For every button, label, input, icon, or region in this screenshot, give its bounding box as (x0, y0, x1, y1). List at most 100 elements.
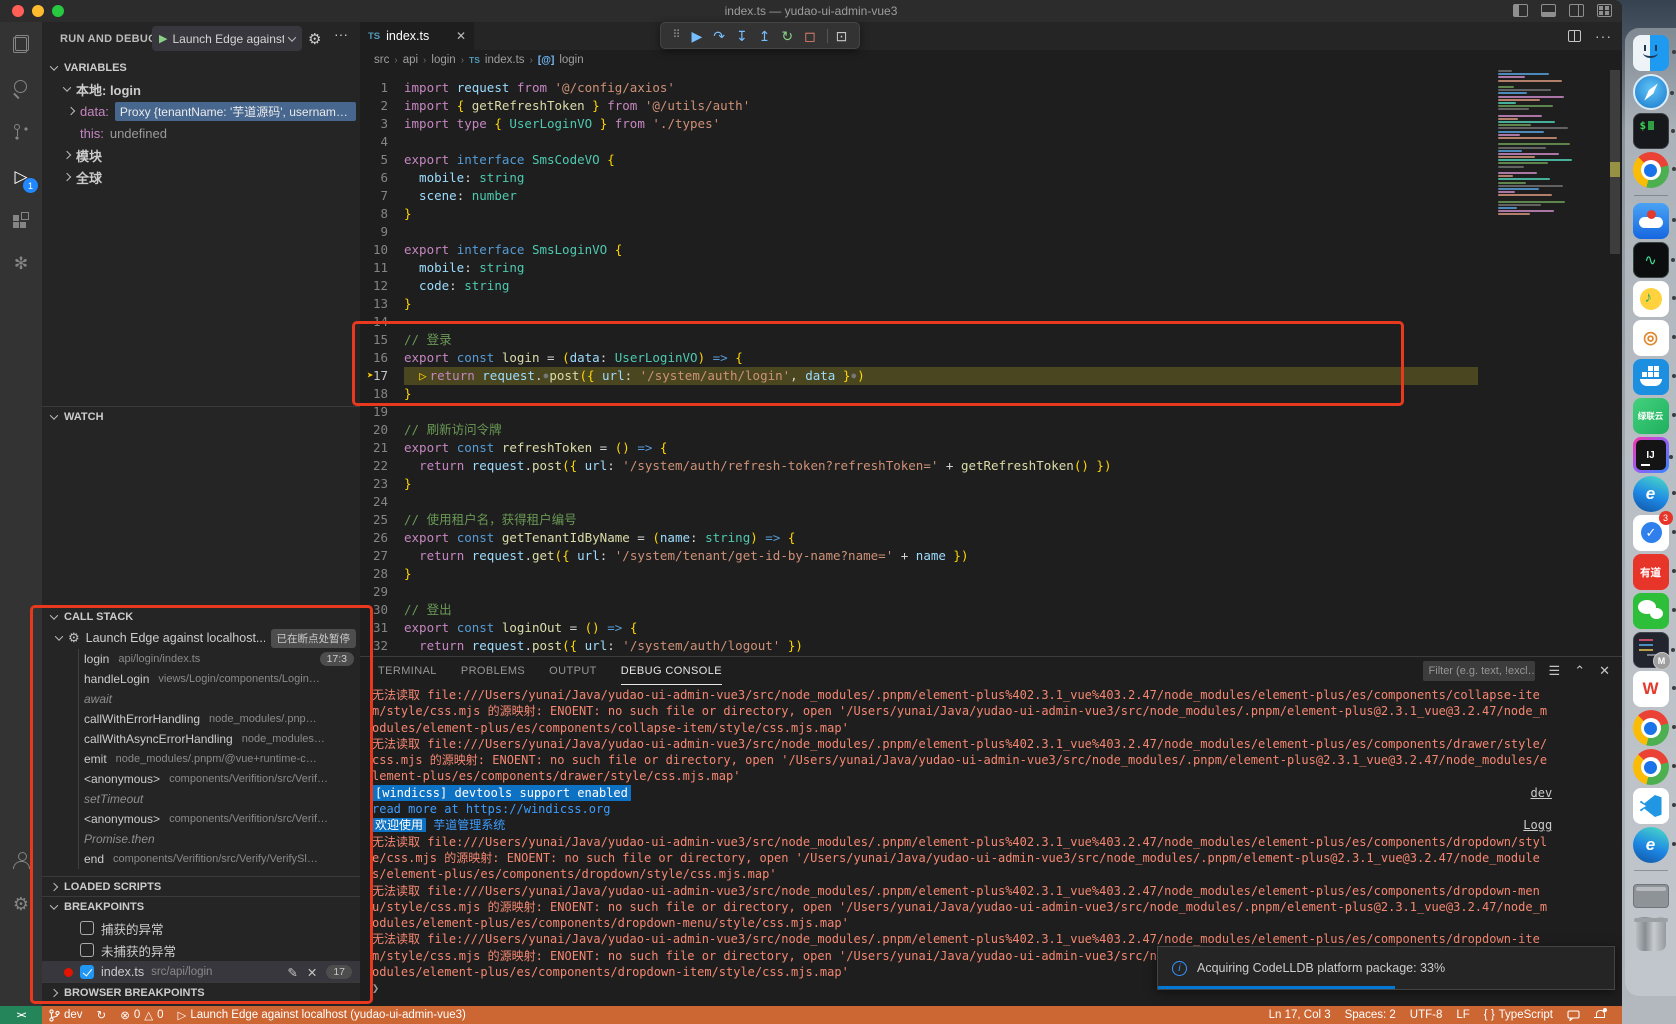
line-number[interactable]: 14 (360, 313, 404, 331)
code-line[interactable]: 10export interface SmsLoginVO { (360, 241, 1478, 259)
panel-tab-terminal[interactable]: TERMINAL (378, 657, 437, 685)
step-out-button[interactable]: ↥ (759, 29, 771, 43)
drag-handle[interactable]: ⠿ (672, 30, 680, 41)
line-number[interactable]: 13 (360, 295, 404, 313)
dock-item-cloud-drive[interactable] (1633, 203, 1669, 239)
debug-session-row[interactable]: ⚙ Launch Edge against localhost... 已在断点处… (42, 627, 360, 649)
code-line[interactable]: 25// 使用租户名，获得租户编号 (360, 511, 1478, 529)
cursor-position-indicator[interactable]: Ln 17, Col 3 (1262, 1006, 1338, 1024)
dock-item-finder[interactable] (1633, 35, 1669, 71)
line-number[interactable]: 22 (360, 457, 404, 475)
close-tab-icon[interactable]: ✕ (456, 29, 466, 43)
code-line[interactable]: 23} (360, 475, 1478, 493)
call-stack-frame[interactable]: setTimeout (42, 789, 360, 809)
encoding-indicator[interactable]: UTF-8 (1403, 1006, 1450, 1024)
code-line[interactable]: 12 code: string (360, 277, 1478, 295)
sidebar-item-run-and-debug[interactable]: ▷ 1 (0, 154, 42, 198)
watch-header[interactable]: WATCH (42, 407, 360, 427)
line-number[interactable]: 9 (360, 223, 404, 241)
dock-item-navicat[interactable]: ◎ (1633, 320, 1669, 356)
panel-tab-debug-console[interactable]: DEBUG CONSOLE (621, 657, 722, 685)
code-line[interactable]: 15// 登录 (360, 331, 1478, 349)
code-line[interactable]: 31export const loginOut = () => { (360, 619, 1478, 637)
sidebar-item-explorer[interactable] (0, 22, 42, 66)
code-line[interactable]: 14 (360, 313, 1478, 331)
line-number[interactable]: 12 (360, 277, 404, 295)
language-indicator[interactable]: { } TypeScript (1477, 1006, 1560, 1024)
line-number[interactable]: 8 (360, 205, 404, 223)
code-line[interactable]: 26export const getTenantIdByName = (name… (360, 529, 1478, 547)
call-stack-frame[interactable]: loginapi/login/index.ts17:3 (42, 649, 360, 669)
code-line[interactable]: 18} (360, 385, 1478, 403)
line-number[interactable]: 1 (360, 79, 404, 97)
breakpoint-checkbox[interactable] (80, 943, 94, 957)
restart-button[interactable]: ↻ (781, 29, 793, 43)
breadcrumb-item[interactable]: api (403, 54, 418, 66)
call-stack-frame[interactable]: await (42, 689, 360, 709)
code-line[interactable]: 9 (360, 223, 1478, 241)
line-number[interactable]: 16 (360, 349, 404, 367)
close-window-button[interactable] (12, 5, 24, 17)
minimap[interactable] (1498, 70, 1598, 220)
line-number[interactable]: 2 (360, 97, 404, 115)
edit-breakpoint-icon[interactable]: ✎ (287, 965, 297, 980)
code-line[interactable]: 2import { getRefreshToken } from '@/util… (360, 97, 1478, 115)
line-number[interactable]: 27 (360, 547, 404, 565)
code-line[interactable]: 11 mobile: string (360, 259, 1478, 277)
zoom-window-button[interactable] (52, 5, 64, 17)
dock-item-minimized-window[interactable] (1633, 884, 1669, 908)
code-line[interactable]: 3import type { UserLoginVO } from './typ… (360, 115, 1478, 133)
dock-item-intellij-idea[interactable]: IJ (1633, 437, 1669, 473)
notification-toast[interactable]: i Acquiring CodeLLDB platform package: 3… (1157, 946, 1615, 990)
code-line[interactable]: 19 (360, 403, 1478, 421)
step-into-button[interactable]: ↧ (736, 29, 748, 43)
code-line[interactable]: 30// 登出 (360, 601, 1478, 619)
line-number[interactable]: 20 (360, 421, 404, 439)
breakpoints-header[interactable]: BREAKPOINTS (42, 897, 360, 917)
variables-row[interactable]: data:Proxy {tenantName: '芋道源码', username… (42, 100, 360, 122)
clear-console-icon[interactable]: ☰ (1549, 663, 1561, 679)
dock-item-vscode[interactable] (1633, 788, 1669, 824)
line-number[interactable]: 28 (360, 565, 404, 583)
breakpoint-checkbox[interactable] (80, 921, 94, 935)
breadcrumb-item[interactable]: login (431, 54, 455, 66)
twisty-icon[interactable] (67, 107, 75, 115)
panel-tab-problems[interactable]: PROBLEMS (461, 657, 525, 685)
console-filter-input[interactable]: Filter (e.g. text, !excl… (1423, 661, 1535, 681)
twisty-icon[interactable] (63, 151, 71, 159)
editor-scrollbar[interactable] (1608, 70, 1622, 656)
code-line[interactable]: 29 (360, 583, 1478, 601)
line-number[interactable]: 30 (360, 601, 404, 619)
variables-row[interactable]: this:undefined (42, 122, 360, 144)
call-stack-header[interactable]: CALL STACK (42, 607, 360, 627)
line-number[interactable]: 21 (360, 439, 404, 457)
dock-item-edge[interactable]: e (1633, 476, 1669, 512)
dock-item-compass-browser[interactable] (1633, 74, 1669, 110)
console-source-link[interactable]: devtools:15 (1531, 785, 1552, 801)
browser-breakpoints-header[interactable]: BROWSER BREAKPOINTS (42, 983, 360, 1003)
settings-button[interactable]: ⚙ (0, 882, 42, 926)
twisty-icon[interactable] (63, 83, 71, 91)
dock-item-chrome-3[interactable] (1633, 749, 1669, 785)
dock-item-wechat[interactable] (1633, 593, 1669, 629)
variables-row[interactable]: 全球 (42, 166, 360, 188)
code-line[interactable]: 32 return request.post({ url: '/system/a… (360, 637, 1478, 655)
call-stack-frame[interactable]: Promise.then (42, 829, 360, 849)
dock-item-wps[interactable]: W (1633, 671, 1669, 707)
code-line[interactable]: 24 (360, 493, 1478, 511)
twisty-icon[interactable] (63, 173, 71, 181)
line-number[interactable]: 23 (360, 475, 404, 493)
minimize-window-button[interactable] (32, 5, 44, 17)
line-number[interactable]: 18 (360, 385, 404, 403)
accounts-button[interactable] (0, 838, 42, 882)
call-stack-frame[interactable]: callWithErrorHandlingnode_modules/.pnp… (42, 709, 360, 729)
problems-indicator[interactable]: ⊗0 △0 (113, 1006, 170, 1024)
dock-item-music[interactable] (1633, 281, 1669, 317)
maximize-panel-icon[interactable]: ⌃ (1574, 663, 1585, 679)
dock-item-chrome-2[interactable] (1633, 710, 1669, 746)
code-line[interactable]: 27 return request.get({ url: '/system/te… (360, 547, 1478, 565)
line-number[interactable]: 5 (360, 151, 404, 169)
code-line[interactable]: 8} (360, 205, 1478, 223)
code-line[interactable]: 4 (360, 133, 1478, 151)
code-line[interactable]: 20// 刷新访问令牌 (360, 421, 1478, 439)
